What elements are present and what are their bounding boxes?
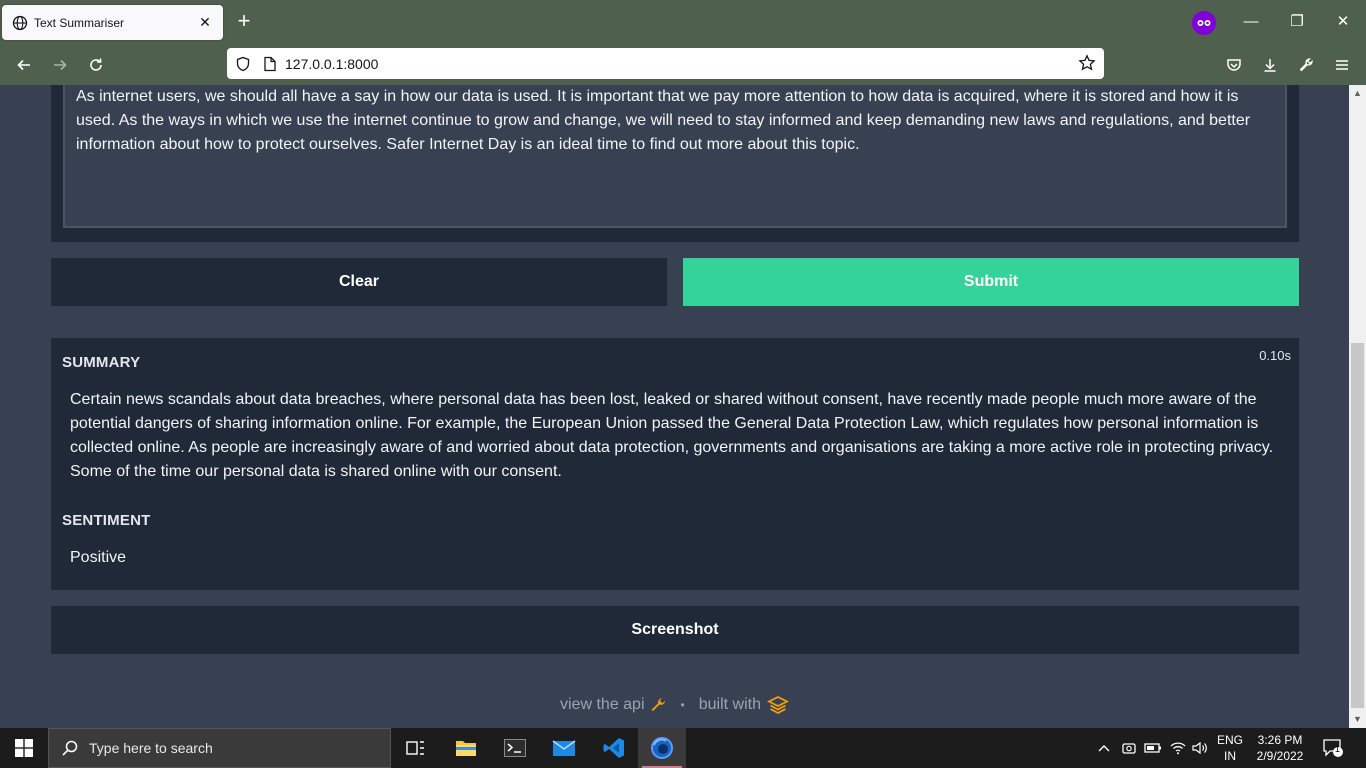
sentiment-label: SENTIMENT (62, 512, 151, 529)
tab-title: Text Summariser (34, 15, 125, 30)
network-button[interactable] (1170, 728, 1186, 768)
taskbar-clock[interactable]: 3:26 PM 2/9/2022 (1250, 732, 1310, 764)
sentiment-value: Positive (70, 549, 127, 566)
wrench-icon (651, 698, 665, 712)
footer-separator: • (680, 698, 685, 712)
task-view-icon (406, 741, 424, 755)
chevron-up-icon (1098, 745, 1110, 752)
url-text: 127.0.0.1:8000 (285, 55, 379, 72)
notification-icon (1323, 739, 1343, 757)
search-placeholder: Type here to search (89, 740, 213, 756)
screenshot-button[interactable]: Screenshot (51, 606, 1299, 654)
arrow-left-icon (17, 59, 30, 71)
language-code: ENG (1216, 733, 1243, 747)
download-icon (1264, 59, 1276, 72)
camera-tray-button[interactable] (1121, 728, 1137, 768)
scrollbar-thumb[interactable] (1351, 343, 1364, 708)
input-language-indicator[interactable]: ENG IN (1212, 732, 1248, 764)
pocket-icon (1227, 59, 1241, 71)
view-api-link[interactable]: view the api (560, 696, 667, 714)
firefox-icon (651, 737, 673, 759)
browser-tab-bar: Text Summariser ✕ + — ❐ ✕ (0, 0, 1366, 44)
built-with-link[interactable]: built with (699, 695, 789, 715)
folder-icon (456, 741, 476, 756)
terminal-button[interactable] (491, 728, 539, 768)
globe-icon (12, 15, 28, 30)
mail-icon (552, 740, 576, 756)
page-scrollbar[interactable]: ▲ ▼ (1349, 85, 1366, 728)
arrow-right-icon (54, 59, 67, 71)
submit-button[interactable]: Submit (683, 258, 1299, 306)
bookmark-star-icon[interactable] (1078, 54, 1096, 72)
shield-icon[interactable] (235, 56, 251, 72)
input-panel: As internet users, we should all have a … (51, 85, 1299, 242)
minimize-button[interactable]: — (1228, 8, 1274, 36)
notifications-button[interactable]: 1 (1322, 728, 1344, 768)
terminal-icon (504, 739, 526, 757)
start-button[interactable] (0, 728, 48, 768)
vscode-button[interactable] (590, 728, 638, 768)
restore-button[interactable]: ❐ (1274, 8, 1320, 36)
private-browsing-icon (1192, 11, 1216, 35)
pocket-button[interactable] (1221, 52, 1247, 78)
camera-icon (1122, 743, 1136, 754)
footer: view the api • built with (0, 695, 1349, 715)
battery-button[interactable] (1144, 728, 1162, 768)
output-panel: SUMMARY 0.10s Certain news scandals abou… (51, 338, 1299, 590)
summary-text: Certain news scandals about data breache… (70, 391, 1274, 480)
input-textarea[interactable]: As internet users, we should all have a … (63, 85, 1287, 228)
vscode-icon (603, 738, 624, 758)
scroll-up-arrow-icon[interactable]: ▲ (1349, 85, 1366, 102)
reload-icon (90, 58, 102, 71)
hamburger-icon (1336, 60, 1348, 70)
downloads-button[interactable] (1257, 52, 1283, 78)
scroll-down-arrow-icon[interactable]: ▼ (1349, 711, 1366, 728)
browser-nav-bar: 127.0.0.1:8000 (0, 44, 1366, 85)
speaker-icon (1192, 741, 1207, 755)
clear-button[interactable]: Clear (51, 258, 667, 306)
menu-button[interactable] (1329, 52, 1355, 78)
close-window-button[interactable]: ✕ (1320, 8, 1366, 36)
battery-icon (1144, 743, 1161, 753)
back-button[interactable] (11, 52, 37, 78)
summary-label: SUMMARY (62, 354, 141, 371)
timer-badge: 0.10s (1259, 348, 1291, 363)
forward-button[interactable] (47, 52, 73, 78)
page-icon (264, 56, 276, 71)
show-hidden-icons-button[interactable] (1097, 728, 1111, 768)
volume-button[interactable] (1192, 728, 1208, 768)
wrench-icon (1299, 58, 1313, 72)
search-icon (62, 740, 78, 756)
close-tab-icon[interactable]: ✕ (197, 14, 213, 31)
wifi-icon (1170, 742, 1186, 755)
extensions-button[interactable] (1293, 52, 1319, 78)
gradio-logo-icon (766, 695, 789, 715)
browser-tab[interactable]: Text Summariser ✕ (2, 5, 223, 40)
clock-time: 3:26 PM (1257, 733, 1303, 747)
reload-button[interactable] (83, 52, 109, 78)
address-bar[interactable]: 127.0.0.1:8000 (227, 48, 1104, 79)
view-api-text: view the api (560, 696, 645, 713)
clock-date: 2/9/2022 (1256, 749, 1304, 763)
firefox-button[interactable] (638, 728, 686, 768)
notification-count: 1 (1335, 744, 1341, 754)
region-code: IN (1224, 749, 1236, 763)
file-explorer-button[interactable] (442, 728, 490, 768)
mail-button[interactable] (540, 728, 588, 768)
windows-logo-icon (15, 739, 33, 757)
new-tab-button[interactable]: + (232, 10, 256, 34)
task-view-button[interactable] (392, 728, 440, 768)
windows-taskbar: Type here to search ENG IN 3:26 PM 2/9/2… (0, 728, 1366, 768)
taskbar-search-box[interactable]: Type here to search (48, 728, 391, 768)
page-content: As internet users, we should all have a … (0, 85, 1349, 728)
built-with-text: built with (698, 696, 761, 713)
